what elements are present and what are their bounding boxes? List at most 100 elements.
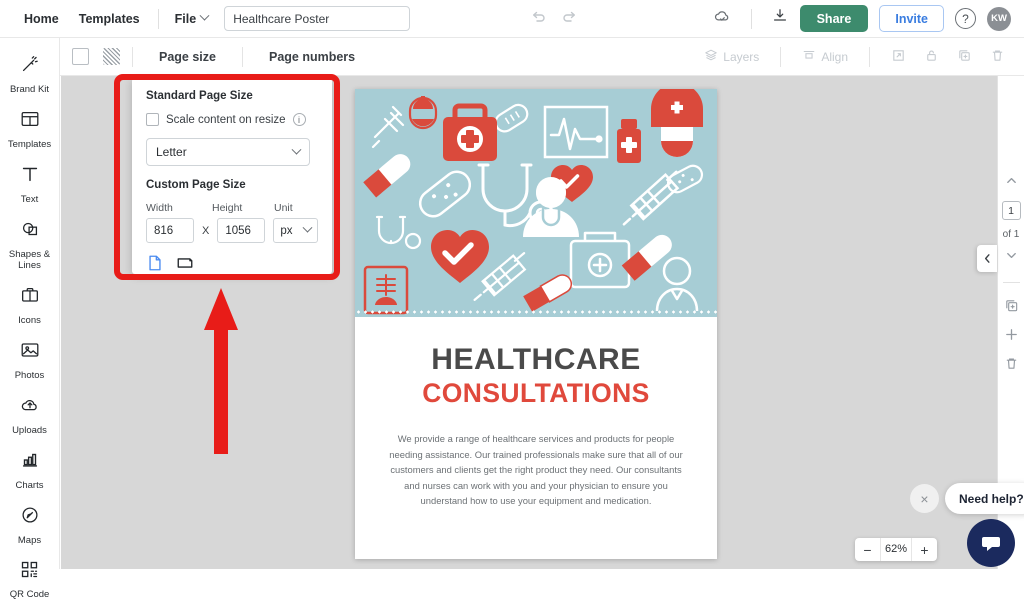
download-icon[interactable] xyxy=(771,7,789,30)
layers-icon xyxy=(704,48,718,65)
standard-page-size-heading: Standard Page Size xyxy=(146,90,318,102)
field-labels-row: Width Height Unit xyxy=(146,202,318,214)
transparent-swatch-icon[interactable] xyxy=(103,48,120,65)
sidebar-item-label: Text xyxy=(21,194,38,205)
top-bar: Home Templates File xyxy=(0,0,1024,38)
share-button[interactable]: Share xyxy=(800,5,869,32)
poster-subtitle: CONSULTATIONS xyxy=(381,378,691,408)
page-size-panel: Standard Page Size Scale content on resi… xyxy=(132,78,332,274)
scale-content-checkbox[interactable] xyxy=(146,113,159,126)
trash-icon xyxy=(990,48,1005,66)
divider xyxy=(1003,282,1020,283)
height-label: Height xyxy=(212,202,274,214)
poster-title: HEALTHCARE xyxy=(381,343,691,377)
page-color-swatch[interactable] xyxy=(72,48,89,65)
chat-button[interactable] xyxy=(967,519,1015,567)
sidebar-item-qr-code[interactable]: QR Code xyxy=(0,552,60,606)
close-chat-prompt-button[interactable]: × xyxy=(910,484,939,513)
divider xyxy=(869,47,870,67)
sidebar-item-charts[interactable]: Charts xyxy=(0,442,60,497)
dotted-divider xyxy=(355,310,717,314)
portrait-orientation-icon[interactable] xyxy=(146,254,164,277)
cloud-saved-icon xyxy=(713,7,732,31)
sidebar-item-label: Icons xyxy=(18,315,41,326)
position-icon xyxy=(891,48,906,66)
chevron-down-icon xyxy=(303,223,313,233)
sidebar-item-shapes-lines[interactable]: Shapes & Lines xyxy=(0,211,60,277)
divider xyxy=(132,47,133,67)
help-icon[interactable]: ? xyxy=(955,8,976,29)
left-sidebar: Brand Kit Templates Text Shapes & Lines xyxy=(0,38,60,569)
sidebar-item-label: Photos xyxy=(15,370,45,381)
orientation-row xyxy=(146,254,318,277)
scale-content-row: Scale content on resize i xyxy=(146,113,318,126)
zoom-control: − 62% + xyxy=(855,538,937,561)
menu-file[interactable]: File xyxy=(167,12,217,26)
size-fields-row: X px xyxy=(146,218,318,243)
tab-page-numbers[interactable]: Page numbers xyxy=(255,50,369,64)
undo-icon[interactable] xyxy=(530,8,547,30)
page-up-icon[interactable] xyxy=(1005,174,1018,192)
position-button[interactable] xyxy=(882,48,915,66)
sidebar-item-label: Templates xyxy=(8,139,51,150)
nav-home[interactable]: Home xyxy=(14,12,69,26)
sidebar-item-text[interactable]: Text xyxy=(0,156,60,211)
photos-icon xyxy=(19,339,41,366)
templates-icon xyxy=(19,108,41,135)
zoom-in-button[interactable]: + xyxy=(912,538,937,561)
delete-page-icon[interactable] xyxy=(1004,356,1019,376)
info-icon[interactable]: i xyxy=(293,113,306,126)
sidebar-item-icons[interactable]: Icons xyxy=(0,277,60,332)
page-size-select-value: Letter xyxy=(156,145,187,159)
need-help-bubble[interactable]: Need help? xyxy=(945,483,1024,514)
sidebar-item-brand-kit[interactable]: Brand Kit xyxy=(0,46,60,101)
height-input[interactable] xyxy=(217,218,265,243)
width-input[interactable] xyxy=(146,218,194,243)
page-down-icon[interactable] xyxy=(1005,249,1018,267)
sidebar-item-templates[interactable]: Templates xyxy=(0,101,60,156)
page-count-label: of 1 xyxy=(1003,229,1020,240)
chevron-down-icon xyxy=(200,11,210,21)
secondary-toolbar-right: Layers Align xyxy=(695,47,1024,67)
align-icon xyxy=(802,48,816,65)
redo-icon[interactable] xyxy=(561,8,578,30)
chevron-down-icon xyxy=(292,144,302,154)
tab-page-size[interactable]: Page size xyxy=(145,50,230,64)
divider xyxy=(242,47,243,67)
scale-content-label: Scale content on resize xyxy=(166,114,286,126)
nav-templates[interactable]: Templates xyxy=(69,12,150,26)
duplicate-button[interactable] xyxy=(948,48,981,66)
duplicate-page-icon[interactable] xyxy=(1004,298,1019,318)
layers-button[interactable]: Layers xyxy=(695,48,768,65)
shapes-icon xyxy=(19,218,41,245)
sidebar-item-label: QR Code xyxy=(10,589,50,600)
poster-body-text: We provide a range of healthcare service… xyxy=(381,431,691,509)
unit-select[interactable]: px xyxy=(273,218,318,243)
align-button[interactable]: Align xyxy=(793,48,857,65)
uploads-icon xyxy=(19,394,41,421)
invite-button[interactable]: Invite xyxy=(879,5,944,32)
page-size-select[interactable]: Letter xyxy=(146,138,310,166)
add-page-icon[interactable] xyxy=(1004,327,1019,347)
avatar[interactable]: KW xyxy=(987,7,1011,31)
sidebar-item-maps[interactable]: Maps xyxy=(0,497,60,552)
zoom-level-value[interactable]: 62% xyxy=(880,538,912,561)
sidebar-item-label: Charts xyxy=(16,480,44,491)
current-page-number[interactable]: 1 xyxy=(1002,201,1021,220)
divider xyxy=(751,9,752,29)
poster-page[interactable]: HEALTHCARE CONSULTATIONS We provide a ra… xyxy=(355,89,717,559)
duplicate-icon xyxy=(957,48,972,66)
icons-icon xyxy=(19,284,41,311)
document-title-input[interactable] xyxy=(224,6,410,31)
undo-redo-group xyxy=(530,8,578,30)
landscape-orientation-icon[interactable] xyxy=(176,254,194,277)
divider xyxy=(158,9,159,29)
poster-text-block: HEALTHCARE CONSULTATIONS We provide a ra… xyxy=(355,317,717,509)
lock-button[interactable] xyxy=(915,48,948,66)
delete-button[interactable] xyxy=(981,48,1014,66)
sidebar-item-photos[interactable]: Photos xyxy=(0,332,60,387)
maps-icon xyxy=(19,504,41,531)
sidebar-item-uploads[interactable]: Uploads xyxy=(0,387,60,442)
collapse-panel-button[interactable] xyxy=(977,245,997,272)
zoom-out-button[interactable]: − xyxy=(855,538,880,561)
